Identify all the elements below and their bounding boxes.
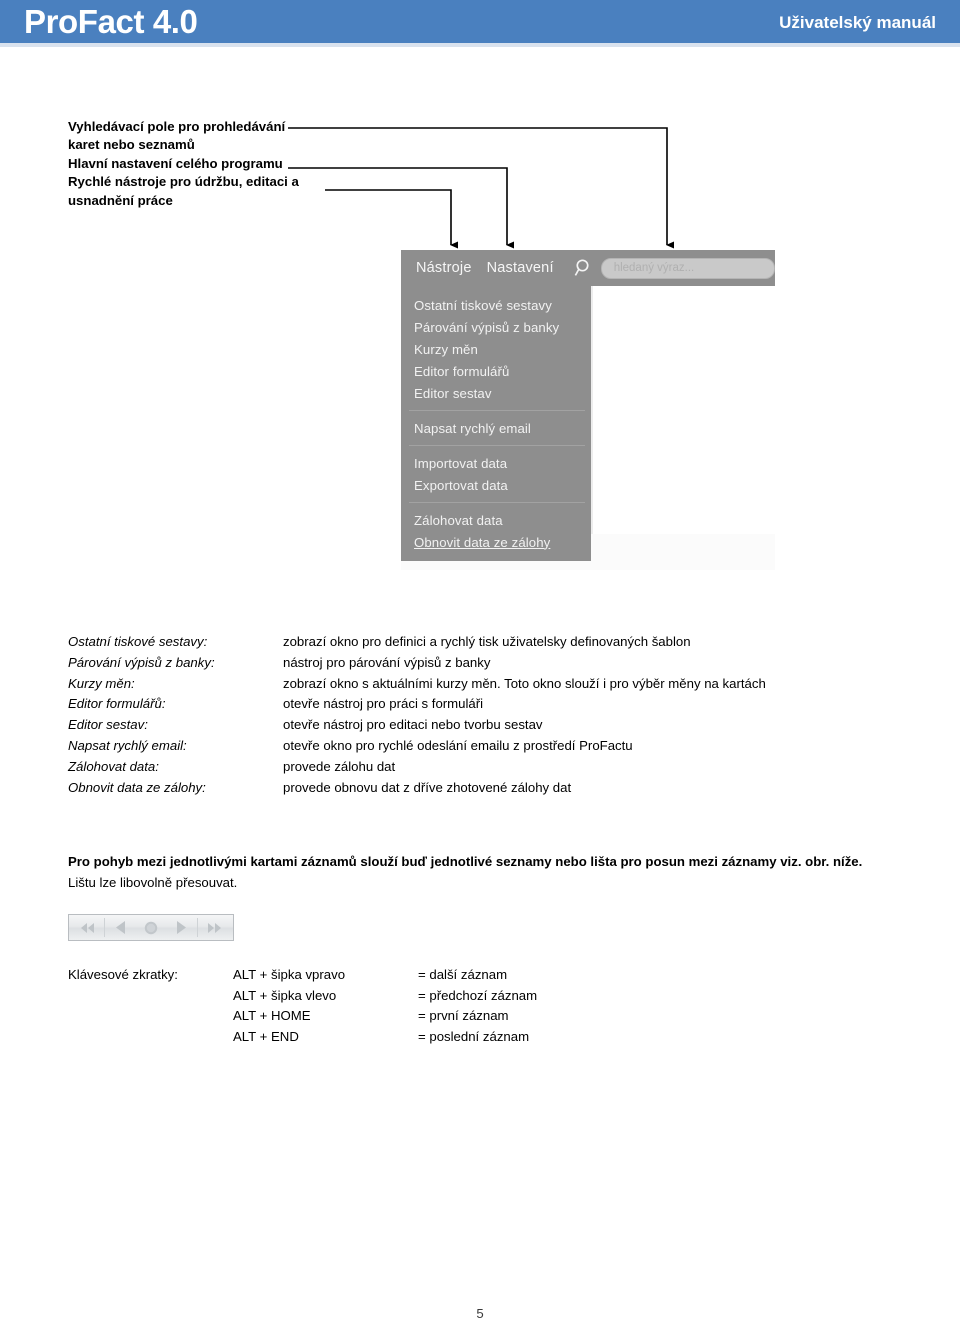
definition-term: Editor formulářů: — [68, 696, 166, 712]
app-content-area — [591, 286, 777, 534]
definition-description: nástroj pro párování výpisů z banky — [283, 654, 491, 670]
definition-row: Obnovit data ze zálohy: provede obnovu d… — [68, 778, 898, 799]
menu-separator — [409, 445, 585, 446]
next-record-icon[interactable] — [167, 917, 195, 938]
menu-item-import-data[interactable]: Importovat data — [401, 452, 591, 474]
definition-term: Editor sestav: — [68, 717, 148, 733]
menu-item-export-data[interactable]: Exportovat data — [401, 474, 591, 496]
callout-labels: Vyhledávací pole pro prohledávání karet … — [68, 118, 368, 210]
shortcuts-label: Klávesové zkratky: — [68, 967, 178, 982]
definition-term: Párování výpisů z banky: — [68, 654, 215, 670]
header-subtitle: Uživatelský manuál — [779, 13, 936, 32]
definition-term: Zálohovat data: — [68, 758, 159, 774]
keyboard-shortcuts: Klávesové zkratky: ALT + šipka vpravo = … — [68, 965, 537, 1047]
application-screenshot: Nástroje Nastavení hledaný výraz... Osta… — [401, 250, 777, 570]
magnifier-icon[interactable] — [574, 258, 594, 278]
definition-term: Obnovit data ze zálohy: — [68, 779, 206, 795]
first-record-icon[interactable] — [74, 917, 102, 938]
navigator-divider — [104, 918, 105, 937]
record-navigator-screenshot — [68, 914, 234, 941]
paragraph-bold-line: Pro pohyb mezi jednotlivými kartami zázn… — [68, 854, 863, 869]
shortcut-key: ALT + HOME — [233, 1008, 311, 1024]
menu-item-quick-email[interactable]: Napsat rychlý email — [401, 417, 591, 439]
definition-term: Kurzy měn: — [68, 675, 135, 691]
definition-row: Ostatní tiskové sestavy: zobrazí okno pr… — [68, 632, 898, 653]
definition-row: Napsat rychlý email: otevře okno pro ryc… — [68, 736, 898, 757]
definition-row: Kurzy měn: zobrazí okno s aktuálními kur… — [68, 674, 898, 695]
definition-description: provede zálohu dat — [283, 758, 396, 774]
callout-line-5: usnadnění práce — [68, 192, 173, 208]
menu-tools[interactable]: Nástroje — [416, 260, 472, 276]
definition-row: Zálohovat data: provede zálohu dat — [68, 757, 898, 778]
definition-description: zobrazí okno s aktuálními kurzy měn. Tot… — [283, 675, 766, 691]
definition-row: Editor sestav: otevře nástroj pro editac… — [68, 715, 898, 736]
callout-line-3: Hlavní nastavení celého programu — [68, 155, 283, 171]
last-record-icon[interactable] — [200, 917, 228, 938]
menu-item-currency-rates[interactable]: Kurzy měn — [401, 338, 591, 360]
callout-line-2: karet nebo seznamů — [68, 137, 195, 153]
menu-item-report-editor[interactable]: Editor sestav — [401, 382, 591, 404]
search-placeholder: hledaný výraz... — [613, 262, 695, 274]
shortcut-row: ALT + šipka vlevo = předchozí záznam — [68, 986, 537, 1007]
record-handle-icon[interactable] — [137, 917, 165, 938]
shortcut-value: = první záznam — [418, 1008, 509, 1024]
search-input[interactable]: hledaný výraz... — [600, 257, 775, 279]
page-number: 5 — [476, 1306, 484, 1321]
shortcuts-label-spacer — [68, 1027, 233, 1048]
definition-description: otevře okno pro rychlé odeslání emailu z… — [283, 737, 633, 753]
previous-record-icon[interactable] — [107, 917, 135, 938]
shortcut-key: ALT + šipka vpravo — [233, 967, 346, 982]
callout-line-1: Vyhledávací pole pro prohledávání — [68, 119, 286, 134]
menu-settings[interactable]: Nastavení — [487, 260, 554, 276]
menu-separator — [409, 410, 585, 411]
paragraph-normal-line: Lištu lze libovolně přesouvat. — [68, 875, 238, 890]
shortcut-row: ALT + END = poslední záznam — [68, 1027, 537, 1048]
navigator-divider — [197, 918, 198, 937]
shortcut-value: = poslední záznam — [418, 1028, 530, 1044]
definition-row: Editor formulářů: otevře nástroj pro prá… — [68, 694, 898, 715]
shortcut-row: ALT + HOME = první záznam — [68, 1006, 537, 1027]
definition-list: Ostatní tiskové sestavy: zobrazí okno pr… — [68, 632, 898, 798]
menu-item-other-reports[interactable]: Ostatní tiskové sestavy — [401, 294, 591, 316]
definition-row: Párování výpisů z banky: nástroj pro pár… — [68, 653, 898, 674]
menu-item-bank-matching[interactable]: Párování výpisů z banky — [401, 316, 591, 338]
shortcut-row: Klávesové zkratky: ALT + šipka vpravo = … — [68, 965, 537, 986]
menu-item-restore-data[interactable]: Obnovit data ze zálohy — [401, 531, 591, 553]
navigation-paragraph: Pro pohyb mezi jednotlivými kartami zázn… — [68, 851, 868, 893]
definition-term: Napsat rychlý email: — [68, 737, 187, 753]
menu-item-backup-data[interactable]: Zálohovat data — [401, 509, 591, 531]
definition-description: otevře nástroj pro editaci nebo tvorbu s… — [283, 717, 543, 733]
definition-term: Ostatní tiskové sestavy: — [68, 634, 208, 649]
shortcut-key: ALT + šipka vlevo — [233, 987, 337, 1003]
shortcut-key: ALT + END — [233, 1028, 299, 1044]
shortcuts-label-spacer — [68, 986, 233, 1007]
definition-description: otevře nástroj pro práci s formuláři — [283, 696, 484, 712]
page-title: ProFact 4.0 — [24, 3, 198, 40]
callout-line-4: Rychlé nástroje pro údržbu, editaci a — [68, 174, 299, 190]
menu-separator — [409, 502, 585, 503]
shortcut-value: = předchozí záznam — [418, 987, 538, 1003]
app-toolbar: Nástroje Nastavení hledaný výraz... — [401, 250, 775, 286]
menu-item-form-editor[interactable]: Editor formulářů — [401, 360, 591, 382]
shortcuts-label-spacer — [68, 1006, 233, 1027]
definition-description: provede obnovu dat z dříve zhotovené zál… — [283, 779, 572, 795]
app-dropdown-menu: Ostatní tiskové sestavy Párování výpisů … — [401, 286, 591, 561]
definition-description: zobrazí okno pro definici a rychlý tisk … — [283, 634, 691, 649]
shortcut-value: = další záznam — [418, 967, 508, 982]
